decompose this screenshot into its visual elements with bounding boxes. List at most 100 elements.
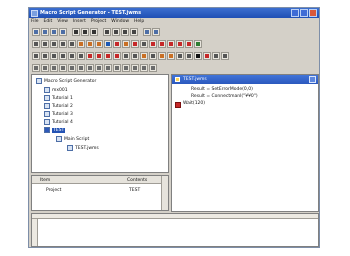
column-header-item: Item xyxy=(40,178,51,183)
menu-project[interactable]: Project xyxy=(91,19,106,24)
mouse-icon[interactable] xyxy=(59,39,67,48)
cut-icon[interactable] xyxy=(72,27,80,36)
start-icon[interactable] xyxy=(95,51,103,60)
tile-e-icon[interactable] xyxy=(140,63,148,72)
tree-item-test[interactable]: TEST xyxy=(44,127,66,133)
sound-icon[interactable] xyxy=(176,51,184,60)
text-f-icon[interactable] xyxy=(194,39,202,48)
monitor-alt-icon[interactable] xyxy=(41,51,49,60)
properties-panel: Item Contents Project TEST xyxy=(31,175,169,211)
pin-icon[interactable] xyxy=(212,51,220,60)
code-line-1[interactable]: Result = SetErrorMode(0,0) xyxy=(191,87,253,92)
editor-window-button[interactable] xyxy=(309,76,316,83)
run-icon[interactable] xyxy=(131,39,139,48)
frame-icon[interactable] xyxy=(86,63,94,72)
camera-icon[interactable] xyxy=(50,39,58,48)
tree-item-tutorial-4[interactable]: Tutorial 4 xyxy=(44,119,73,125)
record-icon[interactable] xyxy=(113,51,121,60)
menu-insert[interactable]: Insert xyxy=(73,19,86,24)
tree-item-label: mx001 xyxy=(52,87,68,93)
chart-icon[interactable] xyxy=(77,39,85,48)
replace-icon[interactable] xyxy=(130,27,138,36)
title-bar: Macro Script Generator - TEST.jwms xyxy=(29,8,319,18)
tree-item-main-script[interactable]: Main Script xyxy=(56,136,89,142)
settings-icon[interactable] xyxy=(131,51,139,60)
tile-a-icon[interactable] xyxy=(104,63,112,72)
close-button[interactable] xyxy=(309,9,317,17)
tree-item-tutorial-2[interactable]: Tutorial 2 xyxy=(44,103,73,109)
redo-icon[interactable] xyxy=(112,27,120,36)
list-icon[interactable] xyxy=(122,39,130,48)
text-a-icon[interactable] xyxy=(149,39,157,48)
tile-b-icon[interactable] xyxy=(113,63,121,72)
breakpoint-icon xyxy=(175,102,181,108)
window-icon[interactable] xyxy=(143,27,151,36)
menu-file[interactable]: File xyxy=(31,19,39,24)
tree-item-tutorial-3[interactable]: Tutorial 3 xyxy=(44,111,73,117)
flag-icon[interactable] xyxy=(203,51,211,60)
new-icon[interactable] xyxy=(32,27,40,36)
color-icon[interactable] xyxy=(167,51,175,60)
form-alt-icon[interactable] xyxy=(41,63,49,72)
layer-icon[interactable] xyxy=(149,51,157,60)
arrow-icon[interactable] xyxy=(113,39,121,48)
window-b-icon[interactable] xyxy=(59,63,67,72)
list-icon-2[interactable] xyxy=(77,63,85,72)
code-line-2[interactable]: Result = Connectmanl("¥¥0") xyxy=(191,94,258,99)
property-value[interactable]: TEST xyxy=(129,188,140,193)
paste-icon[interactable] xyxy=(90,27,98,36)
stop-icon[interactable] xyxy=(104,51,112,60)
tree-item-tutorial-1[interactable]: Tutorial 1 xyxy=(44,95,73,101)
menu-help[interactable]: Help xyxy=(134,19,144,24)
open-icon[interactable] xyxy=(41,27,49,36)
save-icon[interactable] xyxy=(50,27,58,36)
minimize-button[interactable] xyxy=(291,9,299,17)
pointer-icon[interactable] xyxy=(86,51,94,60)
menu-edit[interactable]: Edit xyxy=(44,19,53,24)
text-icon[interactable] xyxy=(86,39,94,48)
text-c-icon[interactable] xyxy=(167,39,175,48)
tool-a-icon[interactable] xyxy=(50,51,58,60)
menu-view[interactable]: View xyxy=(57,19,68,24)
script-editor[interactable]: TEST.jwms Result = SetErrorMode(0,0) Res… xyxy=(171,74,319,212)
wand-icon[interactable] xyxy=(140,51,148,60)
text-d-icon[interactable] xyxy=(176,39,184,48)
text-e-icon[interactable] xyxy=(185,39,193,48)
tile-c-icon[interactable] xyxy=(122,63,130,72)
properties-scrollbar[interactable] xyxy=(161,176,168,210)
print-icon[interactable] xyxy=(59,27,67,36)
tile-f-icon[interactable] xyxy=(149,63,157,72)
copy-icon[interactable] xyxy=(81,27,89,36)
tree-item-mx001[interactable]: mx001 xyxy=(44,87,68,93)
output-side-tab[interactable] xyxy=(32,219,38,246)
code-line-3[interactable]: Wait(120) xyxy=(183,101,205,106)
panel-icon[interactable] xyxy=(95,63,103,72)
plot-icon[interactable] xyxy=(140,39,148,48)
square-dark-icon[interactable] xyxy=(194,51,202,60)
menu-window[interactable]: Window xyxy=(111,19,129,24)
tools-icon[interactable] xyxy=(221,51,229,60)
image-icon[interactable] xyxy=(41,39,49,48)
grid-icon[interactable] xyxy=(32,39,40,48)
text-b-icon[interactable] xyxy=(158,39,166,48)
tile-d-icon[interactable] xyxy=(131,63,139,72)
window-a-icon[interactable] xyxy=(50,63,58,72)
undo-icon[interactable] xyxy=(103,27,111,36)
bar-icon[interactable] xyxy=(185,51,193,60)
edit-icon[interactable] xyxy=(77,51,85,60)
monitor-icon[interactable] xyxy=(32,51,40,60)
table-icon-2[interactable] xyxy=(68,63,76,72)
form-icon[interactable] xyxy=(32,63,40,72)
tool-icon[interactable] xyxy=(68,39,76,48)
tool-b-icon[interactable] xyxy=(59,51,67,60)
tree-item-test-jwms[interactable]: TEST.jwms xyxy=(67,145,99,151)
help-icon[interactable] xyxy=(152,27,160,36)
tree-item-root[interactable]: Macro Script Generator xyxy=(36,78,96,84)
find-icon[interactable] xyxy=(121,27,129,36)
maximize-button[interactable] xyxy=(300,9,308,17)
square-icon[interactable] xyxy=(122,51,130,60)
shape-icon[interactable] xyxy=(158,51,166,60)
bar-chart-icon[interactable] xyxy=(104,39,112,48)
table-icon[interactable] xyxy=(95,39,103,48)
layout-icon[interactable] xyxy=(68,51,76,60)
